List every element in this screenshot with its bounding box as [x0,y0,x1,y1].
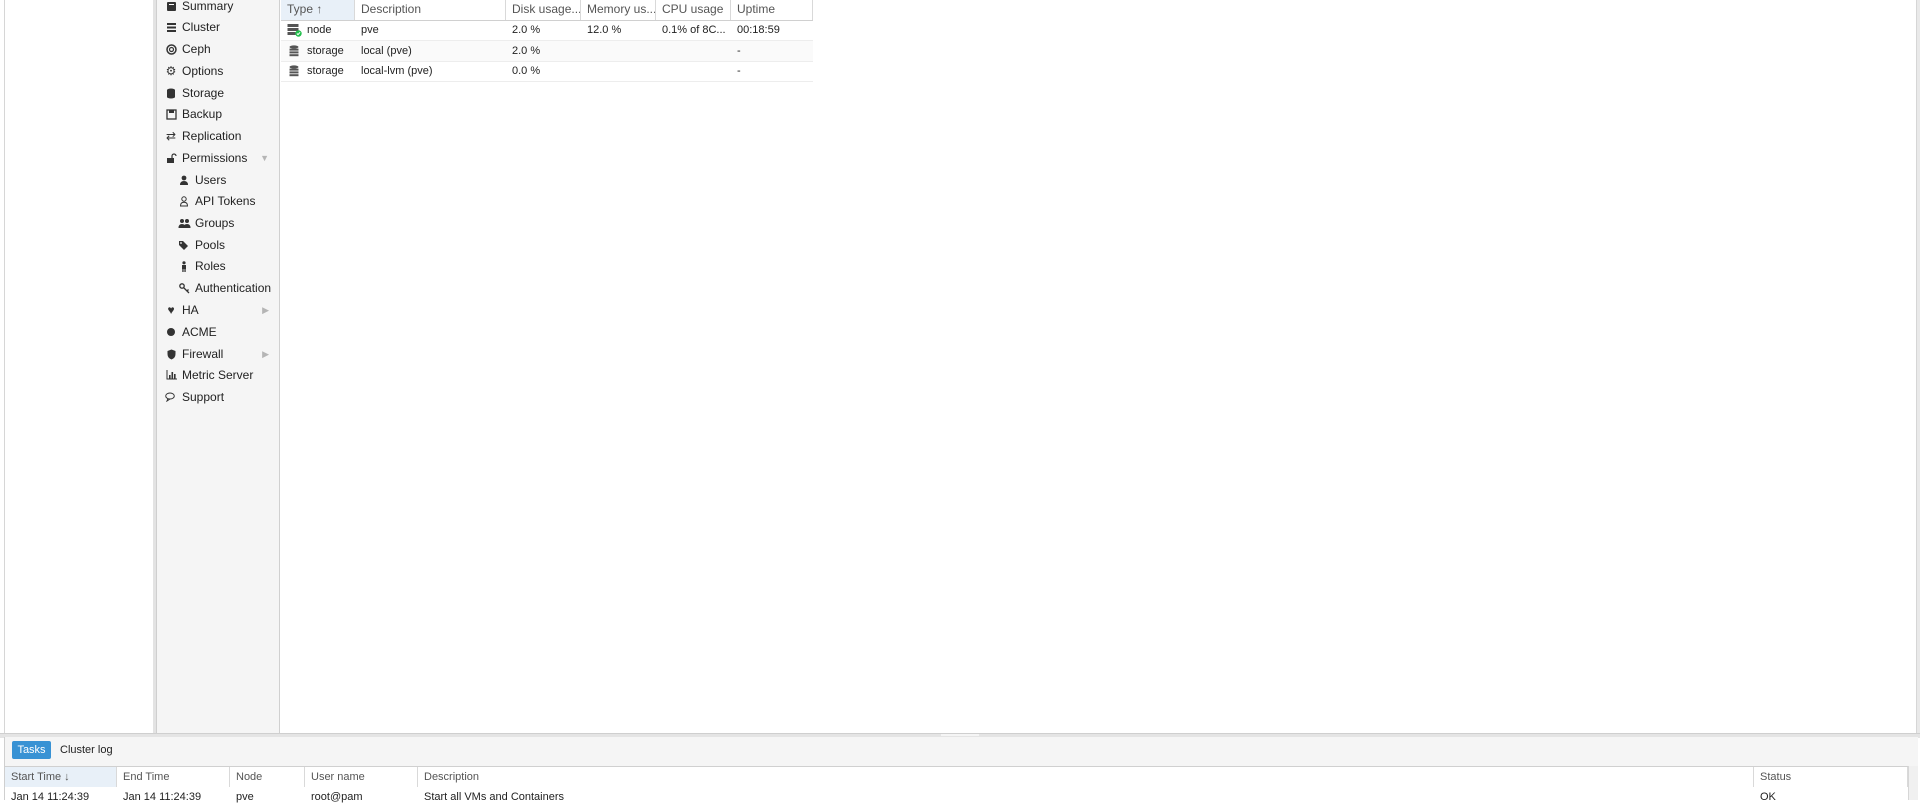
nav-item-label: ACME [182,325,217,339]
nav-item-label: Roles [195,259,226,273]
tab-cluster-log[interactable]: Cluster log [60,741,113,759]
floppy-icon [164,103,178,125]
retweet-icon: ⇄ [165,129,177,143]
right-panel-edge [1916,0,1920,733]
unlock-icon [164,147,178,169]
cell-disk-usage: 2.0 % [512,24,541,36]
cell-type: storage [307,65,344,77]
nav-item-label: Summary [182,0,234,13]
cell-memory-usage [581,61,656,81]
column-memory-usage[interactable]: Memory us... [581,0,656,20]
nav-item-label: Metric Server [182,368,254,382]
table-row[interactable]: Jan 14 11:24:39 Jan 14 11:24:39 pve root… [5,787,1908,807]
user-outline-icon [177,190,191,212]
cell-disk-usage: 2.0 % [512,45,541,57]
book-icon [164,0,178,17]
male-icon [177,255,191,277]
nav-item-label: Ceph [182,42,211,56]
ceph-icon [164,38,178,60]
nav-item-label: Backup [182,107,223,121]
nav-item-label: Users [195,173,227,187]
cell-memory-usage [581,41,656,61]
table-row[interactable]: storage local (pve) 2.0 % - [281,41,813,62]
cell-type: node [307,24,332,36]
chevron-down-icon[interactable]: ▼ [260,147,269,169]
cell-description: local (pve) [361,45,412,57]
cell-node: pve [236,791,254,803]
tab-tasks[interactable]: Tasks [12,741,51,759]
cell-end-time: Jan 14 11:24:39 [123,791,202,803]
nav-item-label: Cluster [182,20,221,34]
chevron-right-icon[interactable]: ▶ [262,343,269,365]
key-icon [177,277,191,299]
server-list-icon [164,16,178,38]
database-icon [164,82,178,104]
user-icon [177,169,191,191]
nav-item-firewall[interactable]: Firewall ▶ [164,343,269,365]
table-row[interactable]: node pve 2.0 % 12.0 % 0.1% of 8C... 00:1… [281,20,813,41]
cell-cpu-usage [656,41,731,61]
nav-item-label: Groups [195,216,235,230]
nav-item-label: Permissions [182,151,248,165]
column-node[interactable]: Node [230,767,305,787]
tasks-grid-header: Start Time ↓ End Time Node User name Des… [5,766,1908,788]
column-end-time[interactable]: End Time [117,767,230,787]
cell-status: OK [1760,791,1776,803]
cell-uptime: - [737,45,741,57]
cell-description: Start all VMs and Containers [424,791,565,803]
bar-chart-icon [164,364,178,386]
tags-icon [177,234,191,256]
datacenter-nav: Summary Cluster Ceph ⚙ Options Storage B… [157,0,280,733]
nav-item-label: API Tokens [195,194,256,208]
nav-item-permissions[interactable]: Permissions ▼ [164,147,269,169]
cell-type: storage [307,45,344,57]
gear-icon: ⚙ [165,64,177,78]
chevron-right-icon[interactable]: ▶ [262,299,269,321]
nav-item-label: Options [182,64,224,78]
column-user-name[interactable]: User name [305,767,418,787]
resource-tree-panel [4,0,154,733]
shield-icon [164,343,178,365]
cell-disk-usage: 0.0 % [512,65,541,77]
column-description[interactable]: Description [355,0,506,20]
nav-item-label: Firewall [182,347,224,361]
column-uptime[interactable]: Uptime [731,0,813,20]
cell-description: pve [361,24,379,36]
nav-item-label: Support [182,390,225,404]
column-status[interactable]: Status [1754,767,1908,787]
column-start-time[interactable]: Start Time ↓ [5,767,117,787]
column-type[interactable]: Type ↑ [281,0,355,20]
nav-item-label: Storage [182,86,225,100]
splitter-handle[interactable] [941,734,979,736]
cell-uptime: - [737,65,741,77]
column-disk-usage[interactable]: Disk usage... [506,0,581,20]
nav-item-label: Pools [195,238,226,252]
cell-cpu-usage: 0.1% of 8C... [662,24,726,36]
comments-icon [164,386,178,408]
cell-uptime: 00:18:59 [737,24,780,36]
cell-user-name: root@pam [311,791,363,803]
certificate-icon [164,321,178,343]
grid-header: Type ↑ Description Disk usage... Memory … [281,0,813,21]
nav-item-ha[interactable]: ♥ HA ▶ [164,299,269,321]
nav-item-label: Replication [182,129,242,143]
heartbeat-icon: ♥ [167,303,175,317]
column-description[interactable]: Description [418,767,1754,787]
table-row[interactable]: storage local-lvm (pve) 0.0 % - [281,61,813,82]
column-cpu-usage[interactable]: CPU usage [656,0,731,20]
cell-cpu-usage [656,61,731,81]
cell-start-time: Jan 14 11:24:39 [11,791,90,803]
nav-item-label: Authentication [195,281,272,295]
nav-item-label: HA [182,303,199,317]
cell-description: local-lvm (pve) [361,65,433,77]
vertical-scrollbar[interactable] [1908,766,1918,800]
users-icon [177,212,191,234]
cell-memory-usage: 12.0 % [587,24,622,36]
